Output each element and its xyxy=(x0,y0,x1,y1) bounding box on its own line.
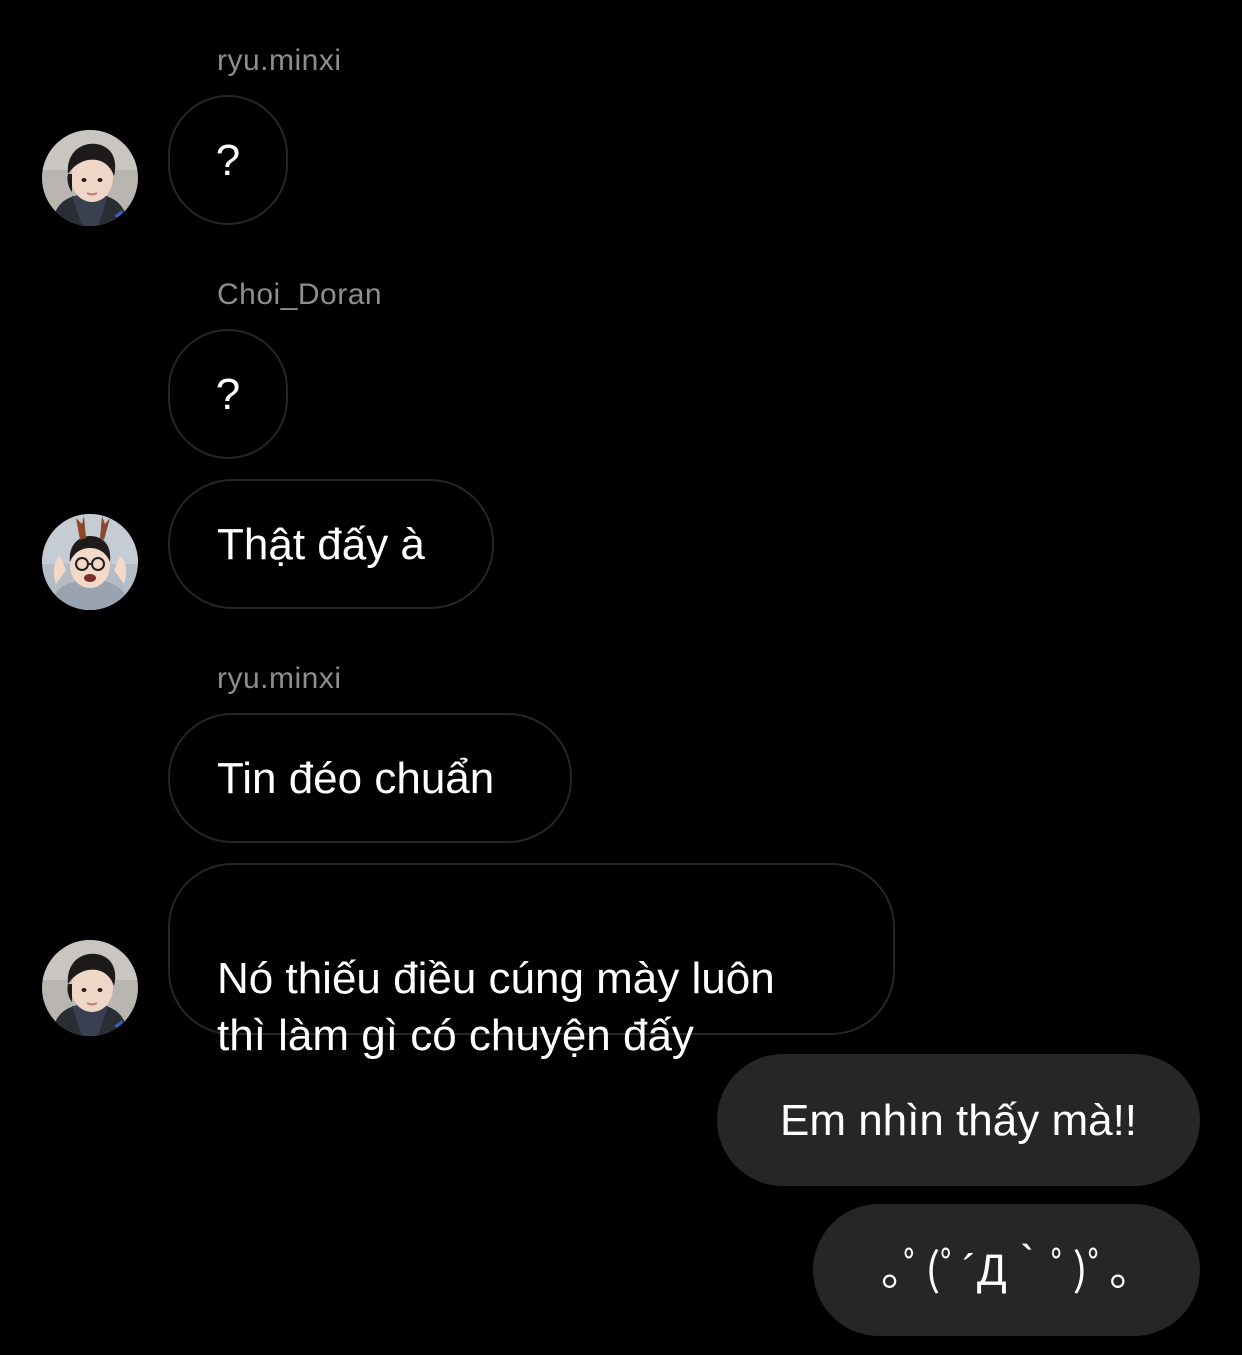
outgoing-message-bubble[interactable]: Em nhìn thấy mà!! xyxy=(717,1054,1200,1186)
message-text: ? xyxy=(215,135,241,185)
sender-name-ryu-minxi: ryu.minxi xyxy=(217,662,342,695)
message-bubble[interactable]: Thật đấy à xyxy=(168,479,494,609)
message-bubble[interactable]: ? xyxy=(168,95,288,225)
message-bubble[interactable]: ? xyxy=(168,329,288,459)
choi-doran-avatar[interactable] xyxy=(42,514,138,610)
message-bubble[interactable]: Nó thiếu điều cúng mày luôn thì làm gì c… xyxy=(168,863,895,1060)
message-text: Em nhìn thấy mà!! xyxy=(779,1095,1138,1145)
sender-name-choi-doran: Choi_Doran xyxy=(217,278,383,311)
message-text: ? xyxy=(215,369,241,419)
message-text: ｡ﾟ(ﾟ´Д｀ﾟ)ﾟ｡ xyxy=(881,1245,1132,1295)
ryu-minxi-avatar[interactable] xyxy=(42,130,138,226)
outgoing-message-bubble[interactable]: ｡ﾟ(ﾟ´Д｀ﾟ)ﾟ｡ xyxy=(813,1204,1200,1336)
sender-name-ryu-minxi: ryu.minxi xyxy=(217,44,342,77)
message-text: Tin đéo chuẩn xyxy=(217,753,495,803)
message-bubble[interactable]: Tin đéo chuẩn xyxy=(168,713,572,843)
message-text: Nó thiếu điều cúng mày luôn thì làm gì c… xyxy=(217,954,775,1060)
message-text: Thật đấy à xyxy=(217,519,425,569)
ryu-minxi-avatar[interactable] xyxy=(42,940,138,1036)
